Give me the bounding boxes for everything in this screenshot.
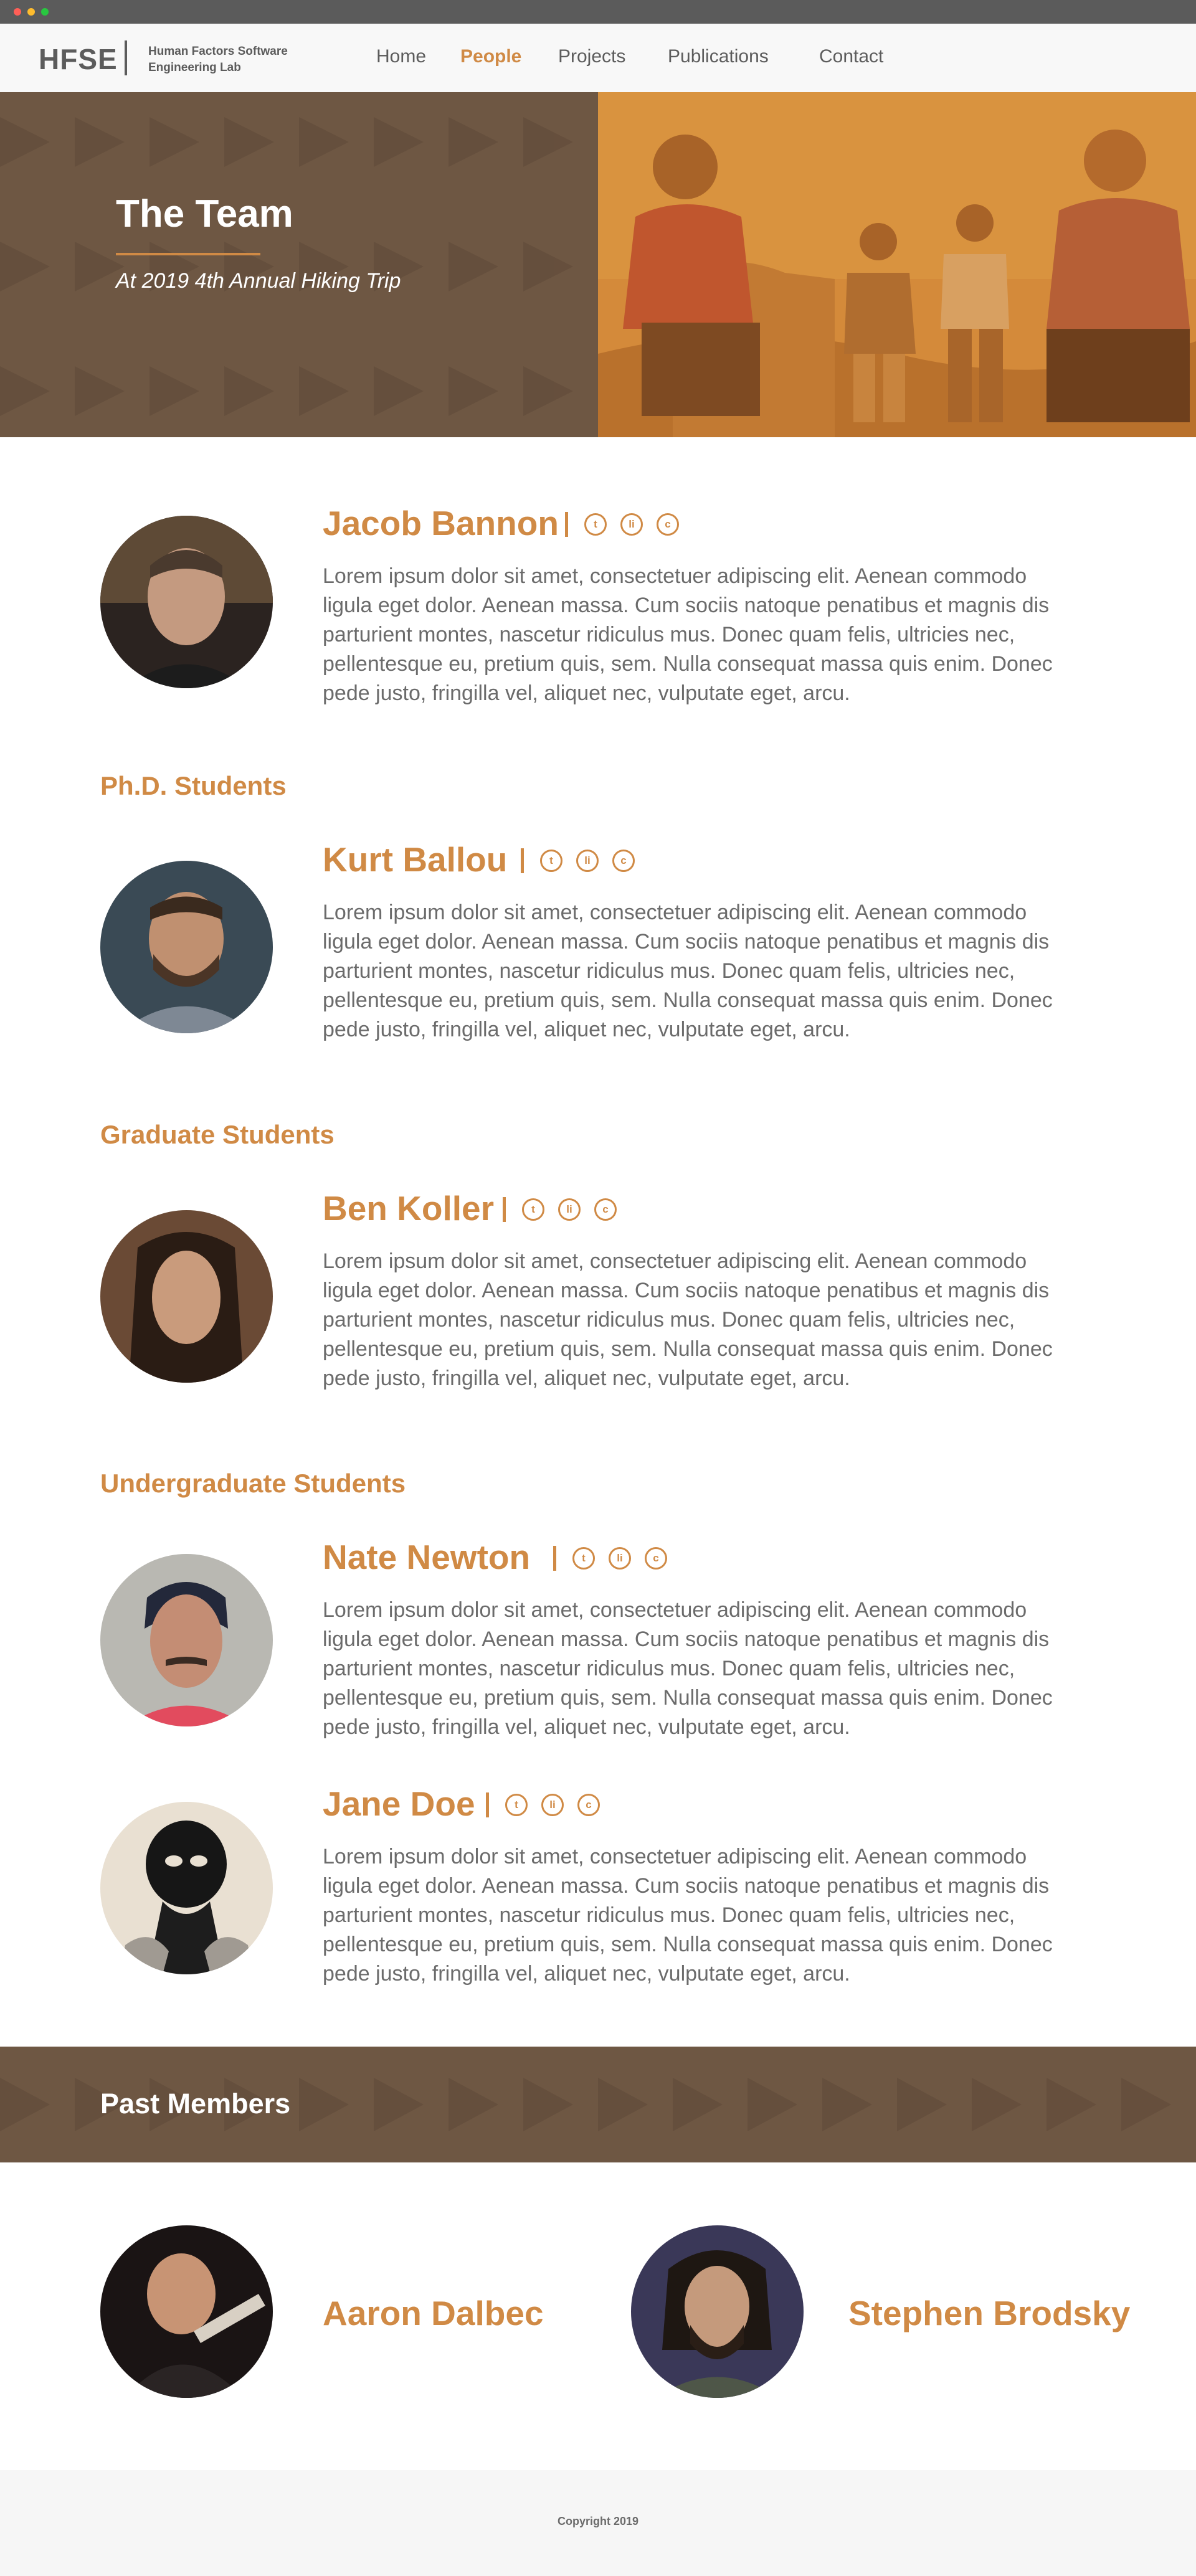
team-photo [598, 92, 1196, 437]
avatar[interactable] [100, 1554, 273, 1726]
name-separator [503, 1197, 506, 1222]
member-bio: Lorem ipsum dolor sit amet, consectetuer… [323, 901, 1053, 1041]
social-links: t li c [521, 848, 648, 873]
site-header: HFSE Human Factors Software Engineering … [0, 24, 1196, 92]
logo-divider [125, 40, 127, 75]
hero-subtitle: At 2019 4th Annual Hiking Trip [116, 269, 401, 293]
portrait-ben-koller [100, 1210, 273, 1383]
nav-projects[interactable]: Projects [558, 46, 625, 67]
social-links: t li c [565, 512, 693, 537]
portrait-aaron-dalbec [100, 2225, 273, 2398]
name-separator [565, 512, 568, 537]
close-window-dot[interactable] [14, 8, 21, 16]
member-bio: Lorem ipsum dolor sit amet, consectetuer… [323, 1249, 1053, 1390]
avatar[interactable] [100, 2225, 273, 2398]
copyright-icon[interactable]: c [612, 850, 635, 872]
hero-banner: The Team At 2019 4th Annual Hiking Trip [0, 92, 598, 437]
portrait-kurt-ballou [100, 861, 273, 1033]
past-member-name: Aaron Dalbec [323, 2294, 544, 2332]
section-heading-phd: Ph.D. Students [100, 771, 287, 800]
copyright-icon[interactable]: c [577, 1794, 600, 1816]
browser-chrome [0, 0, 1196, 24]
social-links: t li c [553, 1546, 681, 1571]
member-name: Jacob Bannon [323, 504, 559, 542]
member-name: Kurt Ballou [323, 840, 508, 879]
section-heading-undergraduate: Undergraduate Students [100, 1469, 406, 1498]
member-bio: Lorem ipsum dolor sit amet, consectetuer… [323, 564, 1053, 705]
portrait-nate-newton [100, 1554, 273, 1726]
section-heading-graduate: Graduate Students [100, 1120, 335, 1149]
past-member-name: Stephen Brodsky [848, 2294, 1131, 2332]
name-separator [486, 1792, 489, 1817]
nav-contact[interactable]: Contact [819, 46, 883, 67]
team-photo-illustration [598, 92, 1196, 437]
copyright-icon[interactable]: c [594, 1198, 617, 1221]
nav-people[interactable]: People [460, 46, 521, 67]
twitter-icon[interactable]: t [572, 1547, 595, 1570]
page-title: The Team [116, 192, 293, 235]
avatar[interactable] [100, 1802, 273, 1974]
maximize-window-dot[interactable] [41, 8, 49, 16]
avatar[interactable] [631, 2225, 804, 2398]
linkedin-icon[interactable]: li [541, 1794, 564, 1816]
linkedin-icon[interactable]: li [609, 1547, 631, 1570]
minimize-window-dot[interactable] [27, 8, 35, 16]
site-logo[interactable]: HFSE [39, 42, 118, 76]
name-separator [553, 1546, 556, 1571]
member-name: Ben Koller [323, 1189, 495, 1228]
member-name: Jane Doe [323, 1784, 475, 1823]
portrait-jacob-bannon [100, 516, 273, 688]
portrait-jane-doe [100, 1802, 273, 1974]
copyright-icon[interactable]: c [645, 1547, 667, 1570]
nav-home[interactable]: Home [376, 46, 426, 67]
member-bio: Lorem ipsum dolor sit amet, consectetuer… [323, 1845, 1053, 1986]
past-members-banner: Past Members [0, 2047, 1196, 2162]
avatar[interactable] [100, 861, 273, 1033]
site-footer: Copyright 2019 [0, 2470, 1196, 2576]
past-members-heading: Past Members [100, 2088, 291, 2119]
social-links: t li c [503, 1197, 630, 1222]
twitter-icon[interactable]: t [522, 1198, 544, 1221]
portrait-stephen-brodsky [631, 2225, 804, 2398]
name-separator [521, 848, 524, 873]
twitter-icon[interactable]: t [584, 513, 607, 536]
linkedin-icon[interactable]: li [576, 850, 599, 872]
avatar[interactable] [100, 1210, 273, 1383]
member-bio: Lorem ipsum dolor sit amet, consectetuer… [323, 1598, 1053, 1739]
copyright-text: Copyright 2019 [557, 2515, 639, 2527]
social-links: t li c [486, 1792, 614, 1817]
linkedin-icon[interactable]: li [620, 513, 643, 536]
lab-name: Human Factors Software Engineering Lab [148, 45, 288, 74]
member-name: Nate Newton [323, 1538, 531, 1576]
triangle-pattern [0, 117, 573, 416]
nav-publications[interactable]: Publications [668, 46, 769, 67]
title-underline [116, 253, 260, 255]
avatar[interactable] [100, 516, 273, 688]
twitter-icon[interactable]: t [505, 1794, 528, 1816]
linkedin-icon[interactable]: li [558, 1198, 581, 1221]
copyright-icon[interactable]: c [657, 513, 679, 536]
twitter-icon[interactable]: t [540, 850, 562, 872]
